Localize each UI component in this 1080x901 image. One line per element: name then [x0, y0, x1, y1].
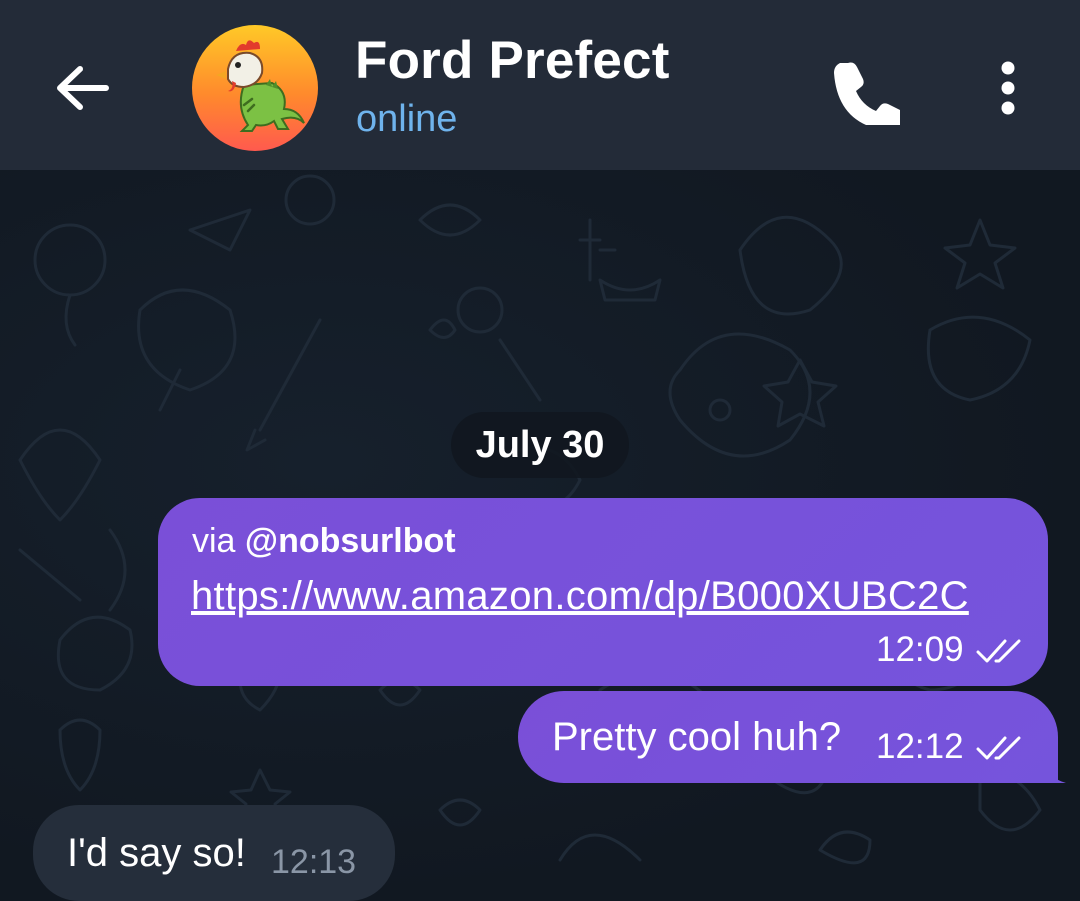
call-button[interactable]: [830, 55, 905, 131]
via-bot-username[interactable]: @nobsurlbot: [245, 522, 456, 560]
message-time: 12:13: [271, 843, 357, 881]
via-bot-label: via @nobsurlbot: [192, 522, 456, 561]
chat-header: Ford Prefect online: [0, 0, 1080, 170]
via-prefix: via: [192, 522, 245, 560]
contact-name[interactable]: Ford Prefect: [355, 30, 670, 91]
avatar[interactable]: [192, 25, 318, 151]
phone-icon: [834, 62, 905, 131]
dinosaur-avatar: [216, 40, 305, 132]
message-time: 12:09: [876, 630, 964, 669]
date-separator: July 30: [451, 412, 629, 478]
message-text: I'd say so!: [67, 831, 246, 875]
message-text: Pretty cool huh?: [552, 715, 842, 759]
back-arrow-icon: [57, 66, 109, 110]
more-options-button[interactable]: [985, 55, 1031, 125]
message-link[interactable]: https://www.amazon.com/dp/B000XUBC2C: [191, 574, 969, 619]
outgoing-message-link[interactable]: via @nobsurlbot https://www.amazon.com/d…: [158, 498, 1048, 686]
double-check-icon: [976, 639, 1021, 663]
message-time: 12:12: [876, 727, 964, 766]
back-button[interactable]: [50, 58, 114, 118]
outgoing-message[interactable]: Pretty cool huh? 12:12: [518, 691, 1058, 783]
more-vertical-icon: [1001, 61, 1015, 115]
incoming-message[interactable]: I'd say so! 12:13: [33, 805, 395, 901]
double-check-icon: [976, 736, 1021, 760]
bubble-tail: [1040, 751, 1066, 783]
contact-status: online: [356, 98, 458, 140]
